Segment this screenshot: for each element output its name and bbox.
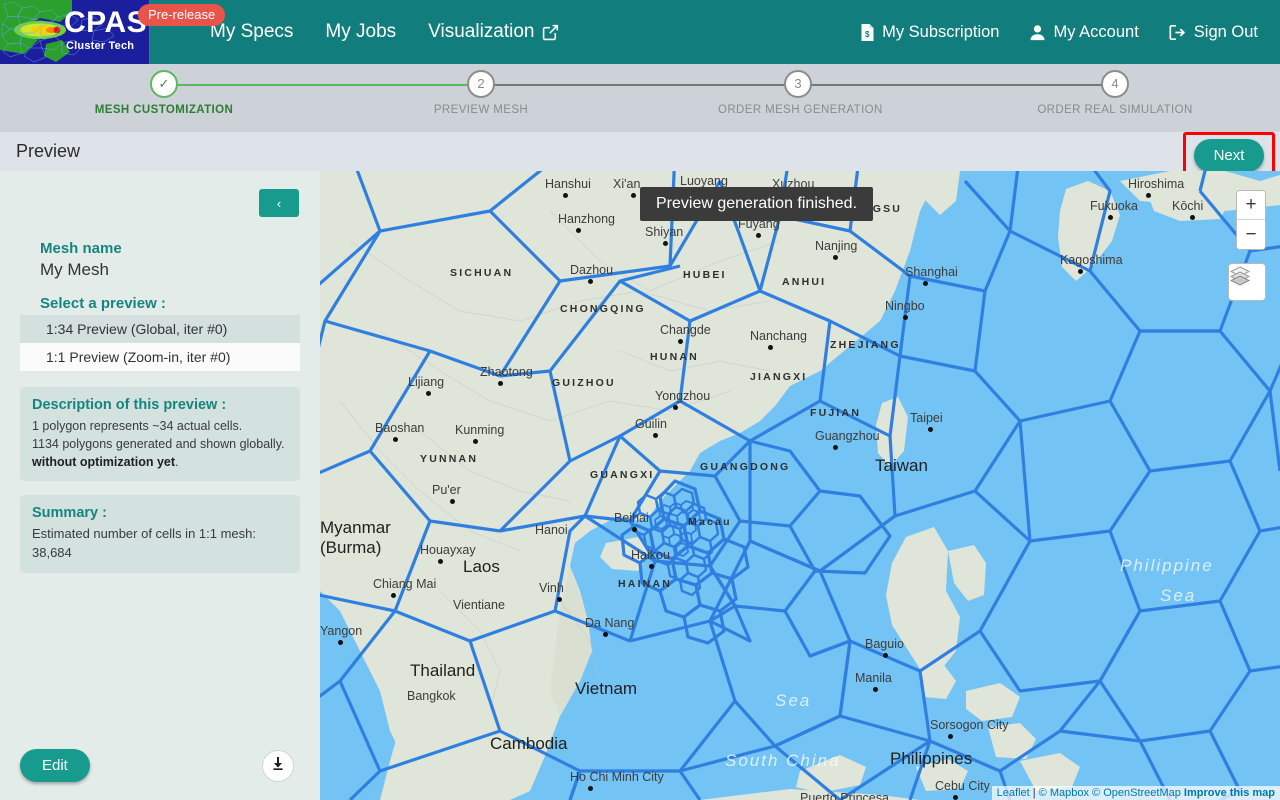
user-icon (1029, 24, 1046, 41)
step-4-marker: 4 (1101, 70, 1129, 98)
attribution-osm-link[interactable]: © OpenStreetMap (1092, 787, 1181, 799)
description-line-3-bold: without optimization yet (32, 455, 176, 470)
zoom-controls: + − (1236, 190, 1266, 250)
map-attribution: Leaflet | © Mapbox © OpenStreetMap Impro… (991, 786, 1280, 800)
preview-option-global[interactable]: 1:34 Preview (Global, iter #0) (20, 315, 300, 343)
mesh-name-label: Mesh name (40, 240, 122, 257)
step-line-1-2 (164, 84, 481, 86)
step-order-mesh-generation[interactable]: 3 ORDER MESH GENERATION (718, 64, 883, 116)
description-line-1: 1 polygon represents ~34 actual cells. (32, 419, 243, 433)
step-3-marker: 3 (784, 70, 812, 98)
secondary-nav: $ My Subscription My Account Sign Out (860, 23, 1258, 42)
wizard-stepper: ✓ MESH CUSTOMIZATION 2 PREVIEW MESH 3 OR… (0, 64, 1280, 132)
nav-my-subscription-label: My Subscription (882, 22, 1000, 41)
nav-my-account-label: My Account (1053, 22, 1139, 41)
description-line-3: without optimization yet. (32, 453, 288, 471)
step-1-marker: ✓ (150, 70, 178, 98)
select-preview-label: Select a preview : (40, 295, 166, 312)
step-2-label: PREVIEW MESH (433, 104, 529, 116)
preview-map[interactable]: Hanshui Xi'an Luoyang Xuzhou Hiroshima Fukuok… (320, 171, 1280, 800)
preview-sidebar: ‹ Mesh name My Mesh Select a preview : 1… (0, 171, 320, 800)
download-icon (270, 756, 286, 777)
step-line-2-3 (481, 84, 798, 86)
edit-button[interactable]: Edit (20, 749, 90, 782)
attribution-mapbox-link[interactable]: © Mapbox (1039, 787, 1089, 799)
nav-visualization-label: Visualization (428, 21, 535, 42)
description-title: Description of this preview : (32, 397, 227, 413)
page-title: Preview (16, 141, 81, 161)
description-line-3-tail: . (175, 455, 179, 470)
nav-sign-out[interactable]: Sign Out (1169, 23, 1258, 42)
prerelease-badge: Pre-release (138, 4, 226, 26)
step-line-3-4 (798, 84, 1115, 86)
external-link-icon (542, 24, 559, 41)
nav-my-specs[interactable]: My Specs (210, 21, 293, 43)
description-line-2: 1134 polygons generated and shown global… (32, 437, 285, 452)
invoice-icon: $ (860, 23, 875, 41)
preview-option-list: 1:34 Preview (Global, iter #0) 1:1 Previ… (20, 315, 300, 371)
logo-brand-text: CPAS (64, 6, 148, 39)
status-toast: Preview generation finished. (640, 187, 874, 221)
layers-button[interactable] (1228, 263, 1266, 301)
attribution-leaflet-link[interactable]: Leaflet (997, 787, 1030, 799)
nav-my-jobs-label: My Jobs (325, 21, 397, 42)
step-4-label: ORDER REAL SIMULATION (1037, 104, 1193, 116)
step-order-real-simulation[interactable]: 4 ORDER REAL SIMULATION (1035, 64, 1195, 116)
nav-my-specs-label: My Specs (210, 21, 294, 42)
preview-option-zoomin[interactable]: 1:1 Preview (Zoom-in, iter #0) (20, 343, 300, 371)
primary-nav: My Specs My Jobs Visualization (210, 21, 559, 43)
download-button[interactable] (262, 750, 294, 782)
mesh-overlay (320, 171, 1280, 800)
nav-my-subscription[interactable]: $ My Subscription (860, 23, 999, 42)
sign-out-icon (1169, 24, 1187, 41)
step-preview-mesh[interactable]: 2 PREVIEW MESH (401, 64, 561, 116)
summary-line-1: Estimated number of cells in 1:1 mesh: 3… (32, 526, 256, 560)
nav-sign-out-label: Sign Out (1193, 22, 1258, 41)
nav-visualization[interactable]: Visualization (428, 21, 558, 43)
summary-title: Summary : (32, 505, 107, 521)
step-mesh-customization[interactable]: ✓ MESH CUSTOMIZATION (84, 64, 244, 116)
step-3-label: ORDER MESH GENERATION (718, 104, 883, 116)
summary-panel: Summary : Estimated number of cells in 1… (20, 495, 300, 573)
page-titlebar: Preview Next (0, 132, 1280, 178)
collapse-sidebar-button[interactable]: ‹ (259, 189, 299, 217)
next-button[interactable]: Next (1193, 138, 1265, 172)
description-panel: Description of this preview : 1 polygon … (20, 387, 300, 482)
zoom-in-button[interactable]: + (1237, 191, 1265, 220)
attribution-improve-link[interactable]: Improve this map (1184, 787, 1275, 799)
svg-text:$: $ (865, 30, 870, 39)
nav-my-account[interactable]: My Account (1029, 22, 1139, 42)
app-logo[interactable]: CPAS Cluster Tech (0, 0, 150, 64)
step-2-marker: 2 (467, 70, 495, 98)
zoom-out-button[interactable]: − (1237, 220, 1265, 249)
attribution-separator: | (1032, 787, 1036, 799)
logo-subtitle: Cluster Tech (66, 40, 135, 52)
step-1-label: MESH CUSTOMIZATION (94, 104, 234, 116)
nav-my-jobs[interactable]: My Jobs (325, 21, 396, 43)
mesh-name-value: My Mesh (40, 260, 109, 279)
top-navbar: CPAS Cluster Tech Pre-release My Specs M… (0, 0, 1280, 64)
